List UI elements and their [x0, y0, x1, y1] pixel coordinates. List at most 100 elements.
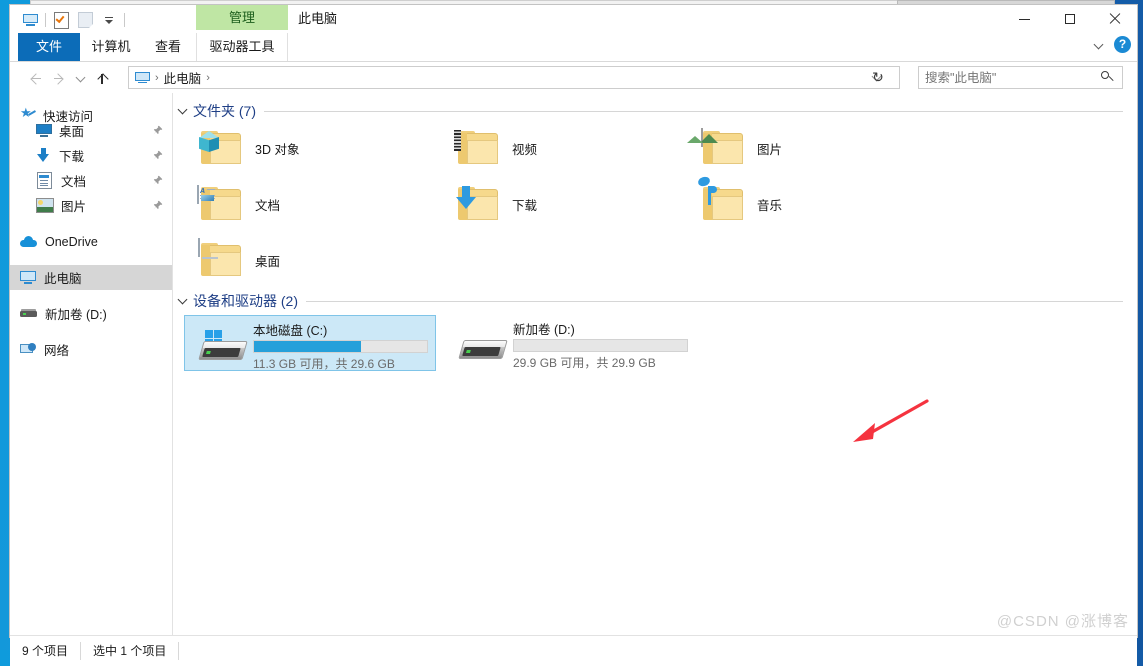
folder-label: 3D 对象: [255, 142, 300, 157]
contextual-tab-manage[interactable]: 管理: [196, 5, 288, 30]
watermark: @CSDN @涨博客: [996, 613, 1129, 630]
folder-item-videos[interactable]: 视频: [458, 124, 658, 172]
drive-icon: [457, 327, 508, 361]
qat-this-pc-button[interactable]: [18, 9, 42, 31]
documents-icon: [37, 172, 52, 189]
drive-item-new-volume-d[interactable]: 新加卷 (D:) 29.9 GB 可用，共 29.9 GB: [445, 315, 697, 371]
sidebar-item-onedrive[interactable]: OneDrive: [10, 229, 172, 254]
sidebar-item-network[interactable]: 网络: [10, 337, 172, 362]
status-separator: [178, 642, 180, 660]
sidebar-item-label: 此电脑: [44, 272, 82, 286]
back-arrow-icon: [30, 74, 41, 83]
sidebar-item-label: OneDrive: [45, 234, 98, 249]
breadcrumb[interactable]: › 此电脑 ›: [128, 66, 900, 89]
refresh-button[interactable]: ↻: [867, 66, 889, 89]
qat-customize-button[interactable]: [97, 9, 121, 31]
qat-new-folder-button[interactable]: [73, 9, 97, 31]
this-pc-icon: [22, 14, 38, 26]
pin-icon[interactable]: [152, 175, 163, 186]
help-icon[interactable]: ?: [1114, 36, 1131, 53]
windows-drive-icon: [197, 328, 248, 362]
tab-drive-tools[interactable]: 驱动器工具: [196, 33, 288, 61]
status-selection-count: 选中 1 个项目: [80, 642, 178, 660]
chevron-down-icon[interactable]: [178, 106, 188, 116]
back-button[interactable]: [22, 67, 46, 89]
section-title: 设备和驱动器 (2): [193, 293, 298, 309]
section-header-folders[interactable]: 文件夹 (7): [178, 101, 1123, 121]
pin-icon[interactable]: [152, 200, 163, 211]
close-icon: [1109, 13, 1121, 25]
minimize-button[interactable]: [1002, 5, 1047, 33]
search-icon[interactable]: [1101, 71, 1114, 84]
breadcrumb-separator-2: ›: [206, 71, 210, 84]
sidebar-item-documents[interactable]: 文档: [10, 168, 172, 193]
sidebar-item-this-pc[interactable]: 此电脑: [10, 265, 172, 290]
new-folder-icon: [77, 12, 93, 28]
download-icon: [36, 148, 51, 163]
maximize-icon: [1064, 14, 1075, 24]
tab-computer[interactable]: 计算机: [80, 33, 142, 61]
window-title: 此电脑: [298, 11, 338, 26]
folder-item-3d-objects[interactable]: 3D 对象: [199, 124, 401, 172]
downloads-folder-icon: [456, 186, 498, 221]
drive-name: 本地磁盘 (C:): [253, 324, 328, 338]
sidebar-item-desktop[interactable]: 桌面: [10, 118, 172, 143]
close-button[interactable]: [1092, 5, 1137, 33]
3d-object-folder-icon: [199, 131, 241, 165]
qat-properties-button[interactable]: [49, 9, 73, 31]
properties-icon: [53, 11, 69, 29]
forward-button[interactable]: [46, 67, 70, 89]
tab-view[interactable]: 查看: [142, 33, 194, 61]
folder-item-documents[interactable]: A 文档: [197, 180, 401, 228]
folder-item-music[interactable]: 音乐: [696, 175, 903, 228]
capacity-bar: [513, 339, 688, 352]
up-button[interactable]: [90, 67, 114, 89]
music-folder-icon: [696, 175, 743, 221]
address-bar: › 此电脑 › ↻: [10, 62, 1137, 93]
sidebar-item-label: 文档: [61, 175, 87, 189]
drive-capacity-text: 29.9 GB 可用，共 29.9 GB: [513, 356, 656, 370]
search-box[interactable]: [918, 66, 1123, 89]
pin-icon[interactable]: [152, 150, 163, 161]
recent-locations-button[interactable]: [70, 67, 90, 89]
explorer-body: 快速访问 桌面 下载 文档 图片: [10, 93, 1137, 635]
ribbon-tab-row: 文件 计算机 查看 驱动器工具 ?: [10, 33, 1137, 62]
folder-label: 视频: [512, 142, 538, 157]
sidebar-item-downloads[interactable]: 下载: [10, 143, 172, 168]
folder-item-pictures[interactable]: 图片: [687, 124, 903, 172]
folder-item-desktop[interactable]: 桌面: [198, 236, 401, 284]
qat-separator-2: [124, 13, 125, 27]
network-icon: [20, 342, 36, 357]
sidebar-item-pictures[interactable]: 图片: [10, 193, 172, 218]
minimize-icon: [1019, 18, 1030, 20]
cloud-icon: [20, 235, 37, 248]
search-input[interactable]: [919, 70, 1101, 85]
status-bar: 9 个项目 选中 1 个项目: [10, 635, 1137, 666]
folder-label: 文档: [255, 198, 281, 213]
capacity-bar: [253, 340, 428, 353]
folder-label: 图片: [757, 142, 783, 157]
drive-capacity-text: 11.3 GB 可用，共 29.6 GB: [253, 357, 395, 371]
window-controls: [1002, 5, 1137, 33]
quick-access-toolbar: [18, 9, 128, 31]
folder-item-downloads[interactable]: 下载: [456, 180, 658, 228]
section-rule: [306, 300, 1123, 302]
drive-item-local-disk-c[interactable]: 本地磁盘 (C:) 11.3 GB 可用，共 29.6 GB: [184, 315, 436, 371]
section-header-drives[interactable]: 设备和驱动器 (2): [178, 291, 1123, 311]
annotation-arrow: [853, 399, 929, 442]
folder-label: 桌面: [255, 254, 281, 269]
pictures-folder-icon: [687, 128, 743, 165]
file-list-pane[interactable]: 文件夹 (7) 3D 对象 视频 图片 A 文档 下载 音乐 桌面 设备和驱动器…: [173, 93, 1137, 635]
forward-arrow-icon: [53, 74, 63, 83]
breadcrumb-item-this-pc[interactable]: 此电脑: [164, 68, 202, 87]
desktop-folder-icon: [198, 238, 241, 277]
chevron-down-icon[interactable]: [178, 296, 188, 306]
documents-folder-icon: A: [197, 185, 241, 221]
sidebar-item-new-volume-d[interactable]: 新加卷 (D:): [10, 301, 172, 326]
sidebar-item-label: 图片: [61, 200, 87, 214]
pin-icon[interactable]: [152, 125, 163, 136]
tab-file[interactable]: 文件: [18, 33, 80, 61]
ribbon-right-controls: ?: [1095, 36, 1131, 53]
maximize-button[interactable]: [1047, 5, 1092, 33]
chevron-down-icon[interactable]: [1095, 40, 1104, 49]
